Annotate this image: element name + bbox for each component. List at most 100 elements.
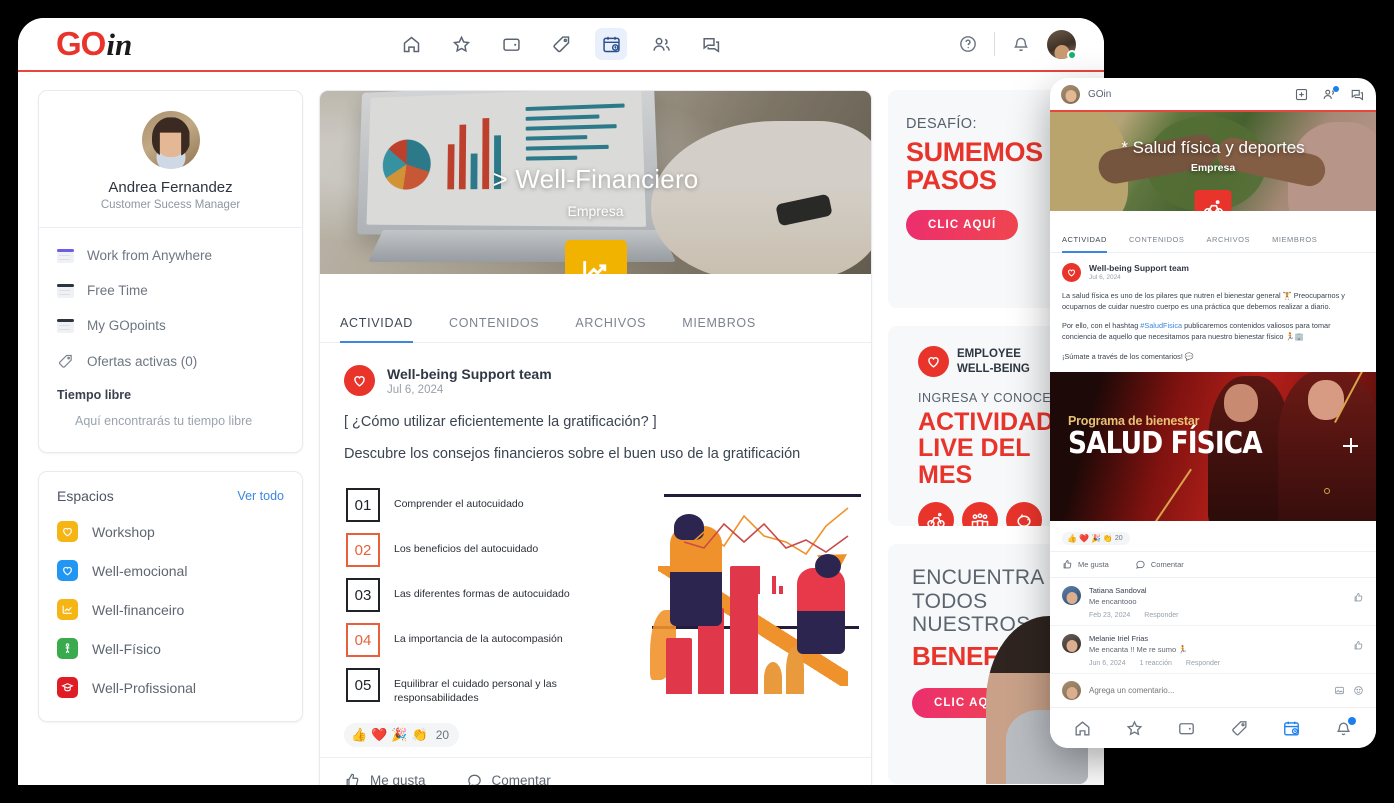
mobile-banner-subtitle: Empresa — [1190, 162, 1236, 175]
mobile-tab-contenidos[interactable]: CONTENIDOS — [1129, 235, 1199, 252]
profile-photo[interactable] — [141, 111, 200, 169]
promo-cta-button[interactable]: CLIC AQUÍ — [906, 210, 1019, 241]
mobile-add-button[interactable] — [1294, 87, 1309, 102]
tab-miembros[interactable]: MIEMBROS — [682, 316, 780, 342]
comment-meta: Jun 6, 2024 1 reacción Responder — [1089, 660, 1220, 667]
piggy-bank-icon — [1006, 501, 1042, 526]
graduation-icon — [57, 677, 78, 698]
post-actions: Me gusta Comentar — [320, 757, 871, 785]
bike-icon — [1203, 200, 1223, 211]
space-item-well-fisico[interactable]: Well-Físico — [39, 629, 302, 668]
illustration-bar — [666, 638, 692, 694]
sidebar-item-free-time[interactable]: Free Time — [39, 273, 302, 308]
mobile-nav-home[interactable] — [1073, 719, 1092, 738]
mobile-comment-button[interactable]: Comentar — [1135, 559, 1184, 570]
space-item-well-emocional[interactable]: Well-emocional — [39, 551, 302, 590]
image-icon[interactable] — [1334, 685, 1345, 696]
comment-like-button[interactable] — [1353, 638, 1364, 656]
calendar-clock-icon — [602, 36, 620, 52]
infographic-item: 02 Los beneficios del autocuidado — [346, 533, 616, 567]
illustration-mini-bars — [742, 566, 783, 594]
sidebar-item-work-from-anywhere[interactable]: Work from Anywhere — [39, 238, 302, 273]
post-author-avatar[interactable] — [344, 365, 375, 396]
comment-reply-link[interactable]: Responder — [1186, 660, 1220, 667]
hashtag-link[interactable]: #SaludFisica — [1140, 321, 1182, 330]
mobile-tab-miembros[interactable]: MIEMBROS — [1272, 235, 1331, 252]
nav-people[interactable] — [645, 28, 677, 60]
comment-reply-link[interactable]: Responder — [1144, 612, 1178, 619]
infographic-number: 01 — [346, 488, 380, 522]
mobile-preview-panel: GOin * Salud física y deportes Empresa A… — [1050, 78, 1376, 748]
mobile-post-reactions: 👍 ❤️ 🎉 👏 20 — [1050, 521, 1376, 551]
comment-like-button[interactable] — [1353, 590, 1364, 608]
comment-input[interactable] — [1089, 686, 1326, 696]
document-icon — [57, 318, 74, 333]
mobile-post-author-avatar[interactable] — [1062, 262, 1081, 282]
sidebar-section-text: Aquí encontrarás tu tiempo libre — [75, 414, 253, 428]
mobile-tab-archivos[interactable]: ARCHIVOS — [1206, 235, 1264, 252]
comment-author-avatar[interactable] — [1062, 634, 1081, 654]
sidebar-item-ofertas-activas[interactable]: Ofertas activas (0) — [39, 343, 302, 380]
promo-badge-text: EMPLOYEE WELL-BEING — [957, 347, 1030, 376]
mobile-user-avatar[interactable] — [1061, 84, 1080, 104]
mobile-space-badge — [1194, 189, 1232, 211]
mobile-like-button[interactable]: Me gusta — [1062, 559, 1109, 570]
tab-contenidos[interactable]: CONTENIDOS — [449, 316, 563, 342]
sidebar-section-title: Tiempo libre — [57, 388, 132, 402]
main-feed-column: > Well-Financiero Empresa ACTIVIDAD CONT… — [319, 90, 872, 785]
banner-subtitle: Empresa — [567, 203, 624, 219]
chat-icon — [1351, 89, 1363, 100]
tab-actividad[interactable]: ACTIVIDAD — [340, 316, 437, 343]
comment-composer — [1050, 674, 1376, 707]
mobile-people-button[interactable] — [1322, 85, 1339, 102]
like-button-label: Me gusta — [370, 773, 426, 785]
comment-button-label: Comentar — [491, 773, 551, 785]
mobile-nav-favorites[interactable] — [1125, 719, 1144, 738]
mobile-nav-notifications[interactable] — [1334, 716, 1357, 738]
thumbs-up-icon — [346, 773, 359, 785]
comment-author-avatar[interactable] — [1062, 586, 1081, 606]
tab-archivos[interactable]: ARCHIVOS — [575, 316, 670, 342]
emoji-icon[interactable] — [1353, 685, 1364, 696]
spaces-see-all-link[interactable]: Ver todo — [237, 489, 284, 503]
image-streak-2 — [1150, 468, 1192, 522]
nav-offers[interactable] — [545, 28, 577, 60]
infographic-number: 02 — [346, 533, 380, 567]
reaction-pill[interactable]: 👍 ❤️ 🎉 👏 20 — [1062, 532, 1130, 546]
reaction-party-icon: 🎉 — [1090, 534, 1101, 544]
user-avatar[interactable] — [1047, 29, 1077, 60]
nav-chat[interactable] — [695, 28, 727, 60]
mobile-post-header: Well-being Support team Jul 6, 2024 — [1062, 262, 1364, 282]
mobile-nav-wallet[interactable] — [1177, 719, 1196, 738]
sidebar: Andrea Fernandez Customer Sucess Manager… — [38, 90, 303, 785]
mobile-nav-calendar[interactable] — [1282, 719, 1301, 738]
mobile-banner-title: * Salud física y deportes — [1121, 138, 1305, 158]
promo-title-line2: PASOS — [906, 165, 997, 196]
heart-icon — [57, 521, 78, 542]
space-item-well-profissional[interactable]: Well-Profissional — [39, 668, 302, 707]
person-icon — [57, 638, 78, 659]
mobile-chat-button[interactable] — [1350, 87, 1365, 102]
nav-wallet[interactable] — [495, 28, 527, 60]
like-button[interactable]: Me gusta — [344, 772, 426, 785]
space-item-workshop[interactable]: Workshop — [39, 512, 302, 551]
nav-calendar[interactable] — [595, 28, 627, 60]
reaction-pill[interactable]: 👍 ❤️ 🎉 👏 20 — [344, 723, 460, 747]
post-infographic-image: 01 Comprender el autocuidado 02 Los bene… — [320, 484, 871, 709]
mobile-nav-offers[interactable] — [1230, 719, 1249, 738]
comment-button[interactable]: Comentar — [466, 772, 551, 785]
illustration-chess-pawn — [764, 662, 782, 694]
mobile-tab-actividad[interactable]: ACTIVIDAD — [1062, 235, 1121, 253]
reaction-clap-icon: 👏 — [411, 727, 428, 742]
composer-avatar — [1062, 681, 1081, 701]
reaction-heart-icon: ❤️ — [1078, 534, 1089, 544]
mobile-top-actions — [1294, 85, 1365, 102]
sidebar-menu: Work from Anywhere Free Time My GOpoints — [39, 228, 302, 452]
sidebar-item-my-gopoints[interactable]: My GOpoints — [39, 308, 302, 343]
nav-favorites[interactable] — [445, 28, 477, 60]
space-item-well-financeiro[interactable]: Well-financeiro — [39, 590, 302, 629]
infographic-number: 03 — [346, 578, 380, 612]
paragraph-2-pre: Por ello, con el hashtag — [1062, 321, 1141, 331]
nav-home[interactable] — [395, 28, 427, 60]
chart-up-icon — [582, 261, 606, 274]
